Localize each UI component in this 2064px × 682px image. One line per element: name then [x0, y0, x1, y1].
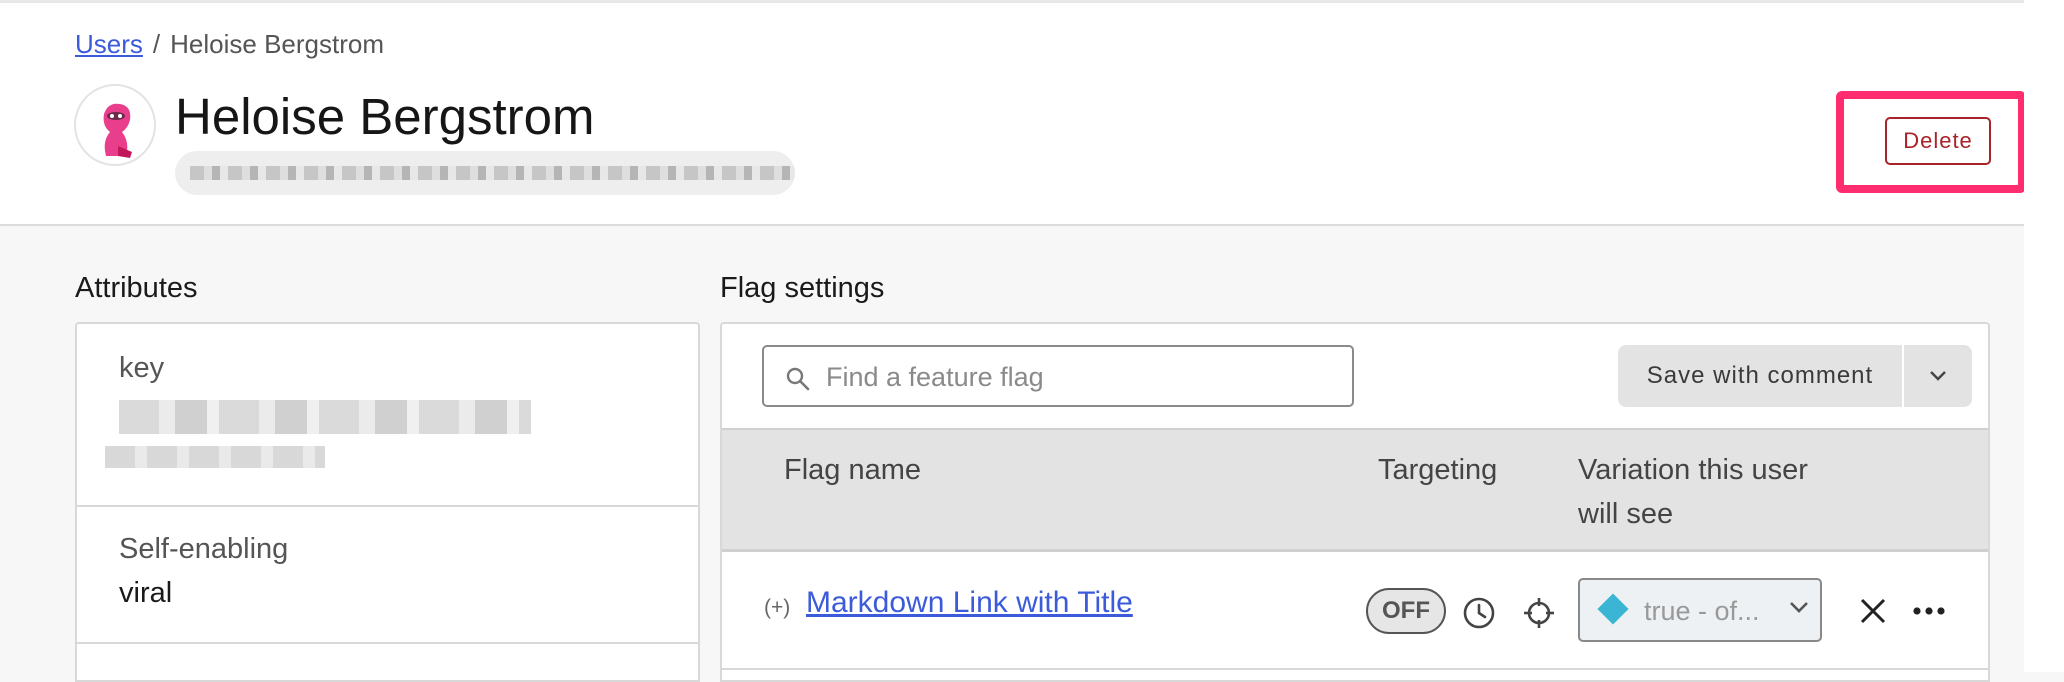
flag-settings-panel: Save with comment Flag name Targeting Va…	[720, 322, 1990, 682]
user-id-redacted	[175, 151, 795, 195]
scrollbar-track[interactable]	[2024, 0, 2064, 672]
search-icon	[786, 367, 810, 391]
flag-prefix-tag: (+)	[764, 596, 791, 619]
attribute-row-key: key	[77, 324, 698, 507]
flags-table-header: Flag name Targeting Variation this user …	[722, 428, 1988, 552]
save-options-dropdown[interactable]	[1904, 345, 1972, 407]
flag-name-link[interactable]: Markdown Link with Title	[806, 586, 1133, 620]
breadcrumb: Users / Heloise Bergstrom	[75, 29, 384, 60]
breadcrumb-separator: /	[152, 29, 161, 59]
flag-search-field[interactable]	[762, 345, 1354, 407]
column-targeting: Targeting	[1378, 454, 1498, 486]
save-with-comment-button[interactable]: Save with comment	[1618, 345, 1902, 407]
attribute-label: key	[119, 352, 165, 384]
schedule-clock-icon[interactable]	[1462, 596, 1496, 630]
avatar	[74, 84, 156, 166]
attribute-value: viral	[119, 577, 173, 609]
column-flag-name: Flag name	[784, 454, 922, 486]
attribute-value-redacted	[119, 400, 531, 434]
search-input[interactable]	[824, 357, 1344, 397]
close-icon[interactable]	[1858, 596, 1888, 626]
breadcrumb-current: Heloise Bergstrom	[170, 29, 384, 59]
variation-diamond-icon	[1597, 593, 1629, 625]
chevron-down-icon	[1790, 602, 1808, 613]
chevron-down-icon	[1930, 371, 1946, 381]
table-row: (+) Markdown Link with Title OFF true - …	[722, 554, 1988, 670]
user-name-heading: Heloise Bergstrom	[175, 88, 595, 145]
attribute-label: Self-enabling	[119, 533, 289, 565]
avatar-image	[103, 103, 132, 158]
more-options-icon[interactable]	[1912, 602, 1946, 620]
page-header: Users / Heloise Bergstrom Heloise Bergstro…	[0, 0, 2026, 226]
targeting-toggle[interactable]: OFF	[1366, 588, 1446, 634]
variation-selected-value: true - of...	[1644, 596, 1760, 626]
attribute-row-self-enabling: Self-enabling viral	[77, 507, 698, 644]
attributes-title: Attributes	[75, 272, 198, 304]
target-crosshair-icon[interactable]	[1522, 596, 1556, 630]
column-variation-line1: Variation this user	[1578, 454, 1808, 486]
breadcrumb-users-link[interactable]: Users	[75, 29, 143, 59]
variation-select[interactable]: true - of...	[1578, 578, 1822, 642]
column-variation-line2: will see	[1578, 498, 1674, 530]
attribute-value-redacted-2	[105, 446, 325, 468]
delete-button[interactable]: Delete	[1885, 117, 1991, 165]
flag-settings-title: Flag settings	[720, 272, 885, 304]
attributes-panel: key Self-enabling viral	[75, 322, 700, 682]
